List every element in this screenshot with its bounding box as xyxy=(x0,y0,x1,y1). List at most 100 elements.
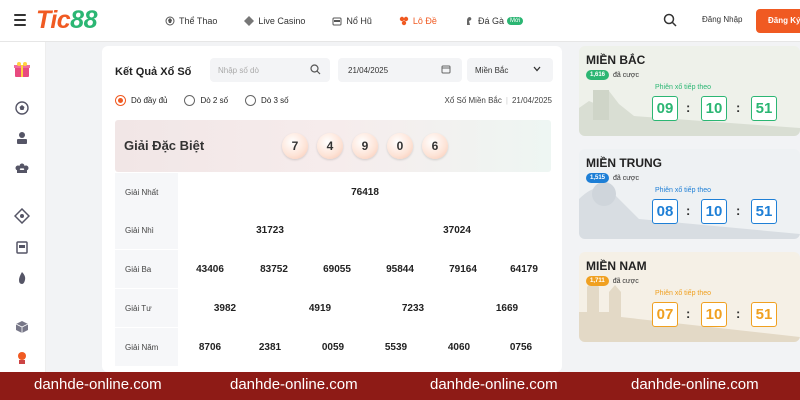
nav-label: Thể Thao xyxy=(179,16,218,26)
prize-value: 37024 xyxy=(443,225,471,236)
prize-label: Giải Tư xyxy=(115,289,178,327)
top-header: Tic88 Thể Thao Live Casino Nổ Hũ Lô Đề Đ… xyxy=(0,0,800,42)
watermark-text: danhde-online.com xyxy=(631,376,759,393)
result-meta: Xổ Số Miền Bắc | 21/04/2025 xyxy=(444,96,553,105)
prize-row-first: Giải Nhất 76418 xyxy=(115,173,551,211)
bet-count-pill: 1,711 xyxy=(586,276,609,286)
football-icon[interactable] xyxy=(14,100,30,116)
bet-count-suffix: đã cược xyxy=(612,277,639,285)
countdown-minutes: 10 xyxy=(701,302,727,327)
region-name: MIỀN TRUNG xyxy=(586,156,662,170)
prize-row-third: Giải Ba 43406 83752 69055 95844 79164 64… xyxy=(115,250,551,288)
game-icon[interactable] xyxy=(14,208,30,224)
prize-value: 4919 xyxy=(308,303,332,314)
nav-item-sports[interactable]: Thể Thao xyxy=(165,16,217,26)
lottery-icon[interactable] xyxy=(14,350,30,366)
radio-dot xyxy=(184,95,196,106)
watermark-text: danhde-online.com xyxy=(230,376,358,393)
login-button[interactable]: Đăng Nhập xyxy=(702,15,742,24)
slot-machine-icon[interactable] xyxy=(14,239,30,255)
bet-count: 1,616 đã cược xyxy=(586,70,639,80)
special-prize-row: Giải Đặc Biệt 7 4 9 0 6 xyxy=(115,120,551,172)
new-badge: Mới xyxy=(506,17,524,25)
region-card-central[interactable]: MIỀN TRUNG 1,515 đã cược Phiên xổ tiếp th… xyxy=(579,149,800,239)
bet-count-pill: 1,616 xyxy=(586,70,610,80)
prize-label: Giải Nhất xyxy=(115,173,178,211)
region-card-south[interactable]: MIỀN NAM 1,711 đã cược Phiên xổ tiếp theo… xyxy=(579,252,800,342)
radio-dot xyxy=(115,95,126,106)
region-name: MIỀN NAM xyxy=(586,259,647,273)
register-button[interactable]: Đăng Ký xyxy=(756,9,800,33)
radio-3-digits[interactable]: Dò 3 số xyxy=(245,95,289,106)
bet-count-suffix: đã cược xyxy=(613,174,640,182)
radio-label: Dò 2 số xyxy=(200,96,229,105)
prize-label: Giải Năm xyxy=(115,328,178,366)
countdown-seconds: 51 xyxy=(751,199,777,224)
next-draw-label: Phiên xổ tiếp theo xyxy=(655,187,712,194)
nav-label: Nổ Hũ xyxy=(346,16,372,26)
radio-label: Dò 3 số xyxy=(261,96,289,105)
logo-number: 88 xyxy=(70,6,97,34)
prize-value: 7233 xyxy=(401,303,425,314)
prize-value: 5539 xyxy=(384,342,408,353)
next-draw-label: Phiên xổ tiếp theo xyxy=(655,290,712,297)
watermark-text: danhde-online.com xyxy=(430,376,558,393)
chevron-down-icon xyxy=(533,66,541,72)
prize-row-fifth: Giải Năm 8706 2381 0059 5539 4060 0756 xyxy=(115,328,551,366)
region-name: MIỀN BẮC xyxy=(586,53,646,67)
countdown-hours: 08 xyxy=(652,199,678,224)
watermark-text: danhde-online.com xyxy=(34,376,162,393)
radio-dot xyxy=(245,95,257,106)
countdown-minutes: 10 xyxy=(701,96,727,121)
nav-item-cockfight[interactable]: Đá Gà Mới xyxy=(464,16,524,26)
prize-value: 1669 xyxy=(495,303,519,314)
search-icon[interactable] xyxy=(310,64,321,75)
cube-icon[interactable] xyxy=(14,319,30,335)
menu-icon[interactable] xyxy=(14,14,26,26)
prize-value: 0059 xyxy=(321,342,345,353)
bet-count-pill: 1,515 xyxy=(586,173,610,183)
sports-icon xyxy=(165,16,175,26)
region-card-north[interactable]: MIỀN BẮC 1,616 đã cược Phiên xổ tiếp theo… xyxy=(579,46,800,136)
bet-count-suffix: đã cược xyxy=(613,71,640,79)
prize-label: Giải Nhì xyxy=(115,211,178,249)
next-draw-label: Phiên xổ tiếp theo xyxy=(655,84,712,91)
radio-full[interactable]: Dò đầy đủ xyxy=(115,95,167,106)
nav-item-lottery[interactable]: Lô Đề xyxy=(399,16,437,26)
nav-label: Live Casino xyxy=(258,16,306,26)
nav-label: Đá Gà xyxy=(477,16,504,26)
search-icon[interactable] xyxy=(663,13,677,27)
gift-icon[interactable] xyxy=(13,60,31,78)
check-mode-group: Dò đầy đủ Dò 2 số Dò 3 số xyxy=(115,95,306,106)
fire-icon[interactable] xyxy=(14,270,30,286)
prize-ball: 7 xyxy=(282,133,308,159)
countdown-hours: 09 xyxy=(652,96,678,121)
main-nav: Thể Thao Live Casino Nổ Hũ Lô Đề Đá Gà M… xyxy=(165,0,550,42)
countdown-minutes: 10 xyxy=(701,199,727,224)
prize-ball: 4 xyxy=(317,133,343,159)
prize-value: 69055 xyxy=(323,264,351,275)
nav-item-casino[interactable]: Live Casino xyxy=(244,16,305,26)
prize-ball: 9 xyxy=(352,133,378,159)
calendar-icon[interactable] xyxy=(441,64,451,74)
prize-row-second: Giải Nhì 31723 37024 xyxy=(115,211,551,249)
prize-value: 8706 xyxy=(198,342,222,353)
bet-count: 1,515 đã cược xyxy=(586,173,639,183)
prize-ball: 6 xyxy=(422,133,448,159)
lottery-icon xyxy=(399,16,409,26)
prize-value: 83752 xyxy=(260,264,288,275)
countdown-hours: 07 xyxy=(652,302,678,327)
meta-region: Xổ Số Miền Bắc xyxy=(444,96,502,105)
dealer-icon[interactable] xyxy=(14,130,30,146)
logo[interactable]: Tic88 xyxy=(36,6,97,35)
prize-value: 3982 xyxy=(213,303,237,314)
radio-2-digits[interactable]: Dò 2 số xyxy=(184,95,228,106)
prize-value: 79164 xyxy=(449,264,477,275)
prize-label: Giải Ba xyxy=(115,250,178,288)
nav-item-slots[interactable]: Nổ Hũ xyxy=(332,16,372,26)
prize-value: 2381 xyxy=(258,342,282,353)
nav-label: Lô Đề xyxy=(412,16,437,26)
cards-icon[interactable] xyxy=(14,160,30,176)
prize-value: 0756 xyxy=(509,342,533,353)
casino-icon xyxy=(244,16,255,26)
